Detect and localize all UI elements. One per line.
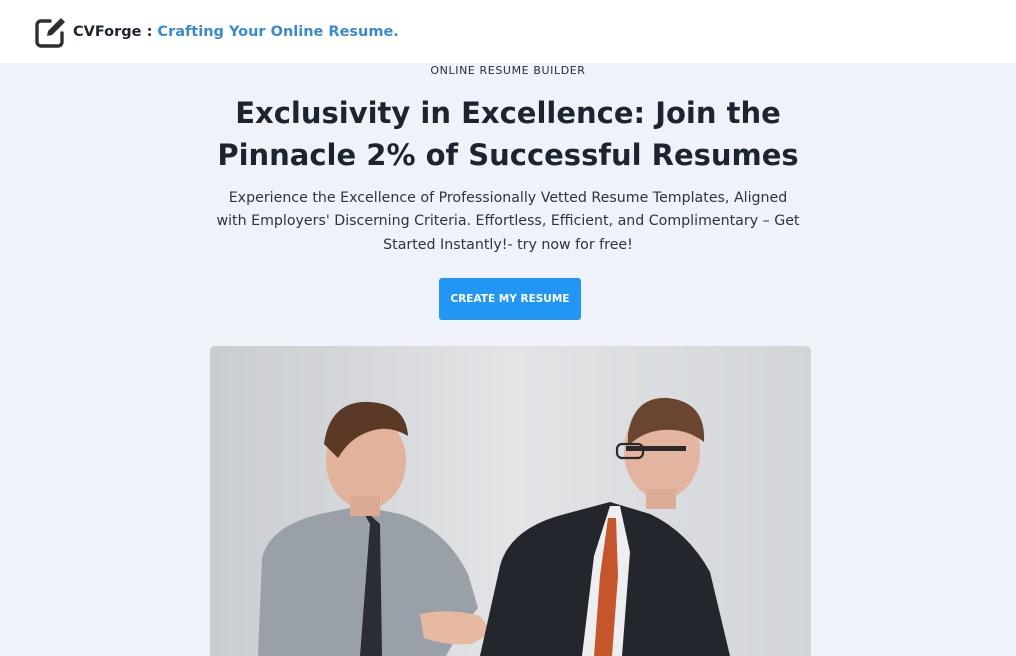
hero-section: ONLINE RESUME BUILDER Exclusivity in Exc… bbox=[0, 63, 1016, 656]
eyebrow-label: ONLINE RESUME BUILDER bbox=[430, 64, 586, 77]
edit-square-icon[interactable] bbox=[34, 15, 68, 49]
hero-lead-text: Experience the Excellence of Professiona… bbox=[216, 190, 800, 253]
create-resume-button[interactable]: CREATE MY RESUME bbox=[439, 278, 581, 320]
brand-separator: : bbox=[141, 23, 158, 40]
brand-tagline: Crafting Your Online Resume. bbox=[157, 23, 399, 40]
brand-name: CVForge bbox=[73, 23, 142, 40]
hero-photo-handshake bbox=[210, 346, 811, 656]
top-navbar: CVForge : Crafting Your Online Resume. bbox=[0, 0, 1016, 63]
brand-title[interactable]: CVForge : Crafting Your Online Resume. bbox=[73, 24, 399, 40]
hero-headline: Exclusivity in Excellence: Join the Pinn… bbox=[217, 96, 799, 172]
